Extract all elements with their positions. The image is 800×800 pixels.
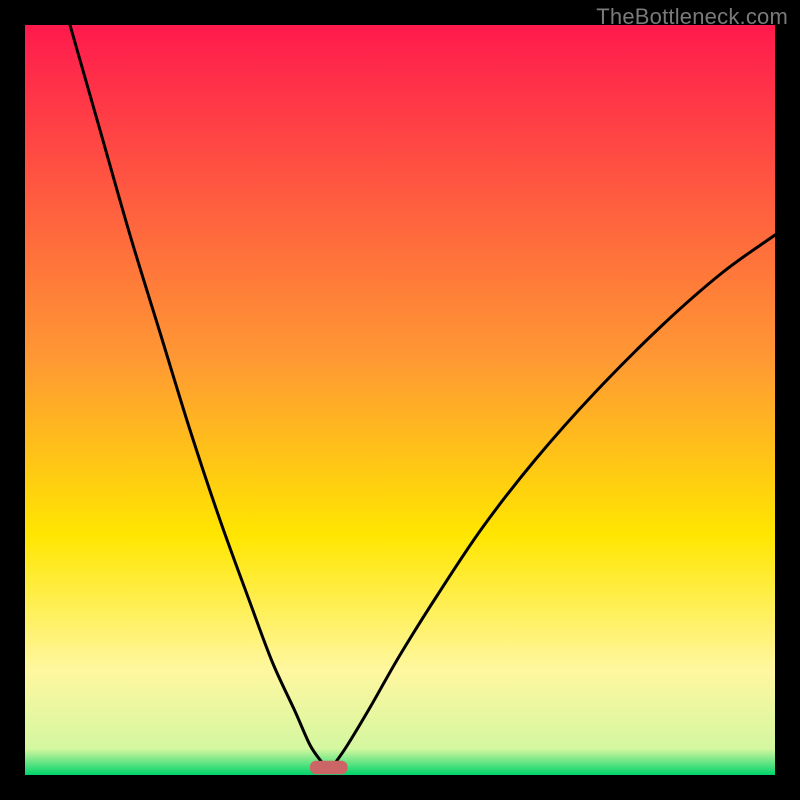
chart-background [25,25,775,775]
bottleneck-chart [25,25,775,775]
watermark-text: TheBottleneck.com [596,4,788,30]
chart-frame [25,25,775,775]
bottleneck-marker [310,761,348,775]
